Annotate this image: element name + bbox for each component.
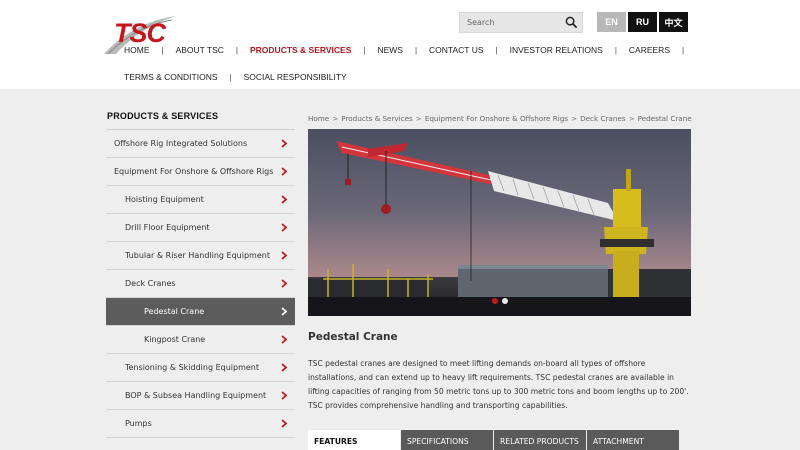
sidebar-item-pumps[interactable]: Pumps xyxy=(106,410,295,438)
sidebar-item-deck-cranes[interactable]: Deck Cranes xyxy=(106,270,295,298)
sidebar-item-label: Drill Floor Equipment xyxy=(125,223,210,232)
tab-related-products[interactable]: RELATED PRODUCTS xyxy=(494,430,586,450)
chevron-right-icon xyxy=(281,307,287,316)
tab-features[interactable]: FEATURES xyxy=(308,430,400,450)
chevron-right-icon xyxy=(281,223,287,232)
sidebar-item-label: BOP & Subsea Handling Equipment xyxy=(125,391,267,400)
search-icon[interactable] xyxy=(565,16,578,29)
breadcrumb: Home > Products & Services > Equipment F… xyxy=(308,114,692,123)
sidebar-item-drill-floor[interactable]: Drill Floor Equipment xyxy=(106,214,295,242)
chevron-right-icon xyxy=(281,335,287,344)
nav-news[interactable]: NEWS xyxy=(365,45,415,55)
carousel-dots xyxy=(492,298,508,304)
page-title: Pedestal Crane xyxy=(308,331,398,343)
sidebar-item-label: Equipment For Onshore & Offshore Rigs xyxy=(114,167,274,176)
breadcrumb-separator: > xyxy=(571,114,578,123)
sidebar-item-pedestal-crane[interactable]: Pedestal Crane xyxy=(106,298,295,326)
sidebar-item-label: Offshore Rig Integrated Solutions xyxy=(114,139,248,148)
sidebar-item-hoisting[interactable]: Hoisting Equipment xyxy=(106,186,295,214)
sidebar-item-label: Pedestal Crane xyxy=(144,307,205,316)
search-input[interactable] xyxy=(460,13,560,32)
chevron-right-icon xyxy=(281,391,287,400)
chevron-right-icon xyxy=(281,419,287,428)
nav-products-services[interactable]: PRODUCTS & SERVICES xyxy=(238,45,363,55)
sidebar-item-tubular-riser[interactable]: Tubular & Riser Handling Equipment xyxy=(106,242,295,270)
product-description: TSC pedestal cranes are designed to meet… xyxy=(308,359,689,410)
lang-ru-button[interactable]: RU xyxy=(628,12,657,32)
carousel-dot[interactable] xyxy=(502,298,508,304)
nav-investor-relations[interactable]: INVESTOR RELATIONS xyxy=(498,45,615,55)
hero-image-pedestal-crane xyxy=(308,129,691,316)
sidebar: Offshore Rig Integrated Solutions Equipm… xyxy=(106,129,295,438)
lang-en-button[interactable]: EN xyxy=(597,12,626,32)
sidebar-item-label: Pumps xyxy=(125,419,152,428)
sidebar-title: PRODUCTS & SERVICES xyxy=(107,111,219,121)
sidebar-item-tensioning-skidding[interactable]: Tensioning & Skidding Equipment xyxy=(106,354,295,382)
breadcrumb-separator: > xyxy=(332,114,339,123)
sidebar-item-label: Tubular & Riser Handling Equipment xyxy=(125,251,270,260)
sidebar-item-label: Hoisting Equipment xyxy=(125,195,204,204)
breadcrumb-separator: > xyxy=(415,114,422,123)
nav-social-responsibility[interactable]: SOCIAL RESPONSIBILITY xyxy=(232,72,359,82)
chevron-right-icon xyxy=(281,279,287,288)
nav-home[interactable]: HOME xyxy=(112,45,162,55)
nav-contact[interactable]: CONTACT US xyxy=(417,45,495,55)
chevron-right-icon xyxy=(281,195,287,204)
sidebar-item-offshore-rig[interactable]: Offshore Rig Integrated Solutions xyxy=(106,130,295,158)
tab-specifications[interactable]: SPECIFICATIONS xyxy=(401,430,493,450)
crane-photo xyxy=(308,129,691,316)
site-header: TSC EN RU 中文 HOME | ABOUT TSC | PRODUCTS… xyxy=(0,0,800,89)
sidebar-item-label: Deck Cranes xyxy=(125,279,176,288)
carousel-dot-active[interactable] xyxy=(492,298,498,304)
nav-about[interactable]: ABOUT TSC xyxy=(164,45,236,55)
sidebar-item-kingpost-crane[interactable]: Kingpost Crane xyxy=(106,326,295,354)
chevron-right-icon xyxy=(281,363,287,372)
sidebar-item-label: Kingpost Crane xyxy=(144,335,206,344)
breadcrumb-pedestal-crane: Pedestal Crane xyxy=(637,114,692,123)
search-box xyxy=(459,12,583,33)
chevron-right-icon xyxy=(281,251,287,260)
breadcrumb-equipment-rigs[interactable]: Equipment For Onshore & Offshore Rigs xyxy=(425,114,568,123)
main-nav-row2: TERMS & CONDITIONS | SOCIAL RESPONSIBILI… xyxy=(112,70,359,84)
nav-careers[interactable]: CAREERS xyxy=(617,45,682,55)
chevron-right-icon xyxy=(281,167,287,176)
nav-separator: | xyxy=(681,45,685,55)
breadcrumb-home[interactable]: Home xyxy=(308,114,329,123)
tab-attachment[interactable]: ATTACHMENT xyxy=(587,430,679,450)
breadcrumb-products-services[interactable]: Products & Services xyxy=(341,114,413,123)
nav-terms[interactable]: TERMS & CONDITIONS xyxy=(112,72,230,82)
product-tabs: FEATURES SPECIFICATIONS RELATED PRODUCTS… xyxy=(308,430,679,450)
sidebar-item-label: Tensioning & Skidding Equipment xyxy=(125,363,259,372)
chevron-right-icon xyxy=(281,139,287,148)
lang-zh-button[interactable]: 中文 xyxy=(659,12,688,32)
main-nav: HOME | ABOUT TSC | PRODUCTS & SERVICES |… xyxy=(112,43,684,57)
breadcrumb-deck-cranes[interactable]: Deck Cranes xyxy=(580,114,625,123)
breadcrumb-separator: > xyxy=(628,114,635,123)
sidebar-item-equipment-rigs[interactable]: Equipment For Onshore & Offshore Rigs xyxy=(106,158,295,186)
sidebar-item-bop-subsea[interactable]: BOP & Subsea Handling Equipment xyxy=(106,382,295,410)
